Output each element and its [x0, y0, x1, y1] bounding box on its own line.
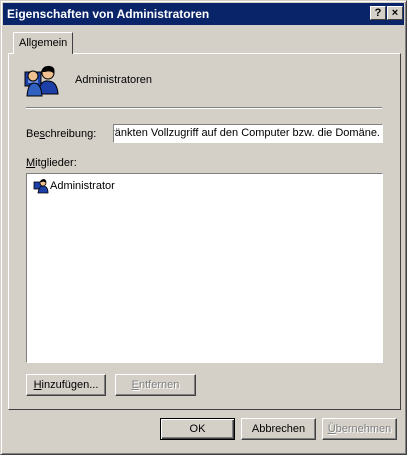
- properties-dialog: Eigenschaften von Administratoren ? × Al…: [0, 0, 407, 455]
- member-name: Administrator: [50, 180, 115, 192]
- help-button[interactable]: ?: [370, 6, 386, 20]
- close-button[interactable]: ×: [387, 6, 403, 20]
- tab-label: Allgemein: [19, 37, 68, 49]
- user-icon: [33, 179, 49, 194]
- members-list[interactable]: Administrator: [26, 173, 383, 363]
- tab-allgemein[interactable]: Allgemein: [13, 32, 73, 54]
- description-value: hränkten Vollzugriff auf den Computer bz…: [113, 127, 380, 139]
- remove-button[interactable]: Entfernen: [115, 374, 196, 396]
- title-bar[interactable]: Eigenschaften von Administratoren ? ×: [3, 3, 404, 25]
- apply-button[interactable]: Übernehmen: [322, 418, 397, 440]
- ok-button[interactable]: OK: [160, 418, 235, 440]
- cancel-button[interactable]: Abbrechen: [241, 418, 316, 440]
- group-name: Administratoren: [75, 74, 153, 86]
- separator: [26, 107, 382, 109]
- window-title: Eigenschaften von Administratoren: [7, 7, 210, 21]
- description-field[interactable]: hränkten Vollzugriff auf den Computer bz…: [113, 124, 383, 143]
- description-label: Beschreibung:: [26, 128, 97, 140]
- users-group-icon: [24, 65, 59, 97]
- members-label: Mitglieder:: [26, 157, 77, 169]
- add-button[interactable]: Hinzufügen...: [26, 374, 106, 396]
